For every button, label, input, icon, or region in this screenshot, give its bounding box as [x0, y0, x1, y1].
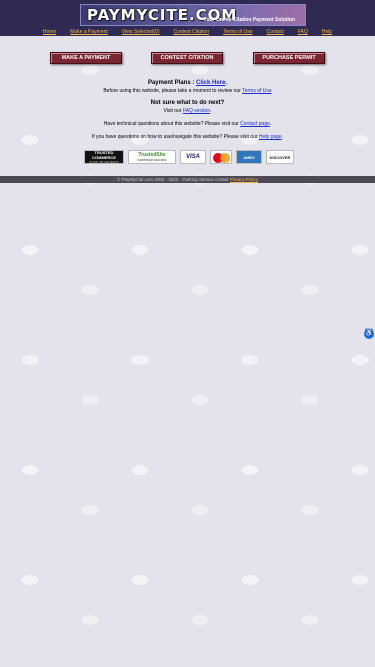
site-footer: © PayMyCite.com 2002 - 2023 · Parking Se…	[0, 176, 375, 183]
payment-plans-label: Payment Plans :	[147, 80, 196, 86]
accessibility-icon[interactable]: ♿	[364, 329, 374, 339]
faq-notice-text: Visit our	[163, 108, 183, 114]
faq-notice-suffix: .	[210, 108, 212, 114]
amex-icon: AMEX	[236, 150, 262, 164]
help-page-link[interactable]: Help page	[259, 134, 282, 140]
faq-section-link[interactable]: FAQ section	[183, 108, 210, 114]
nav-help[interactable]: Help	[315, 29, 339, 36]
privacy-policy-link[interactable]: Privacy Policy	[230, 177, 258, 182]
purchase-permit-button[interactable]: PURCHASE PERMIT	[253, 52, 325, 64]
contact-notice-suffix: .	[269, 121, 272, 127]
terms-of-use-link[interactable]: Terms of Use	[242, 88, 271, 94]
contact-notice-text: Have technical questions about this webs…	[103, 121, 241, 127]
trustedsite-badge[interactable]: TrustedSite CERTIFIED SECURE	[128, 150, 176, 164]
payment-plans-suffix: .	[225, 80, 228, 86]
payment-plans-link[interactable]: Click Here	[196, 80, 225, 86]
banner[interactable]: PAYMYCITE.COM Your Online Citation Payme…	[80, 4, 306, 26]
trust-badges: TRUSTED COMMERCE CLICK TO VALIDATE Trust…	[84, 150, 294, 164]
discover-icon: DISCOVER	[266, 150, 294, 164]
footer-copyright: © PayMyCite.com 2002 - 2023 · Parking Se…	[117, 177, 230, 182]
nav-view-selected[interactable]: View Selected(0)	[115, 29, 167, 36]
site-tagline: Your Online Citation Payment Solution	[203, 17, 295, 23]
discover-label: DISCOVER	[269, 154, 291, 160]
contact-notice: Have technical questions about this webs…	[0, 121, 375, 127]
site-header: PAYMYCITE.COM Your Online Citation Payme…	[0, 0, 375, 36]
mastercard-icon	[210, 150, 232, 164]
nav-faq[interactable]: FAQ	[291, 29, 315, 36]
help-notice-text: If you have questions on how to use/navi…	[91, 134, 259, 140]
main-content: Payment Plans : Click Here. Before using…	[0, 80, 375, 143]
help-notice-suffix: .	[281, 134, 284, 140]
help-notice: If you have questions on how to use/navi…	[0, 134, 375, 140]
nav-make-payment[interactable]: Make a Payment	[63, 29, 115, 36]
visa-label: VISA	[185, 154, 200, 160]
make-payment-button[interactable]: MAKE A PAYMENT	[50, 52, 122, 64]
faq-heading: Not sure what to do next?	[150, 100, 225, 106]
trusted-commerce-badge[interactable]: TRUSTED COMMERCE CLICK TO VALIDATE	[84, 150, 124, 164]
visa-icon: VISA	[180, 150, 206, 164]
faq-notice: Visit our FAQ section.	[0, 108, 375, 114]
action-buttons: MAKE A PAYMENT CONTEST CITATION PURCHASE…	[0, 52, 375, 64]
main-nav: Home Make a Payment View Selected(0) Con…	[0, 29, 375, 36]
contest-citation-button[interactable]: CONTEST CITATION	[151, 52, 223, 64]
contact-page-link[interactable]: Contact page	[240, 121, 270, 127]
trusted-commerce-sub: CLICK TO VALIDATE	[89, 160, 119, 164]
amex-label: AMEX	[243, 154, 255, 160]
nav-contact[interactable]: Contact	[260, 29, 291, 36]
terms-notice: Before using this website, please take a…	[0, 88, 375, 94]
nav-contest-citation[interactable]: Contest Citation	[167, 29, 217, 36]
nav-terms-of-use[interactable]: Terms of Use	[216, 29, 259, 36]
terms-notice-text: Before using this website, please take a…	[103, 88, 243, 94]
payment-plans: Payment Plans : Click Here.	[0, 80, 375, 86]
trustedsite-sub: CERTIFIED SECURE	[137, 158, 167, 162]
nav-home[interactable]: Home	[36, 29, 63, 36]
